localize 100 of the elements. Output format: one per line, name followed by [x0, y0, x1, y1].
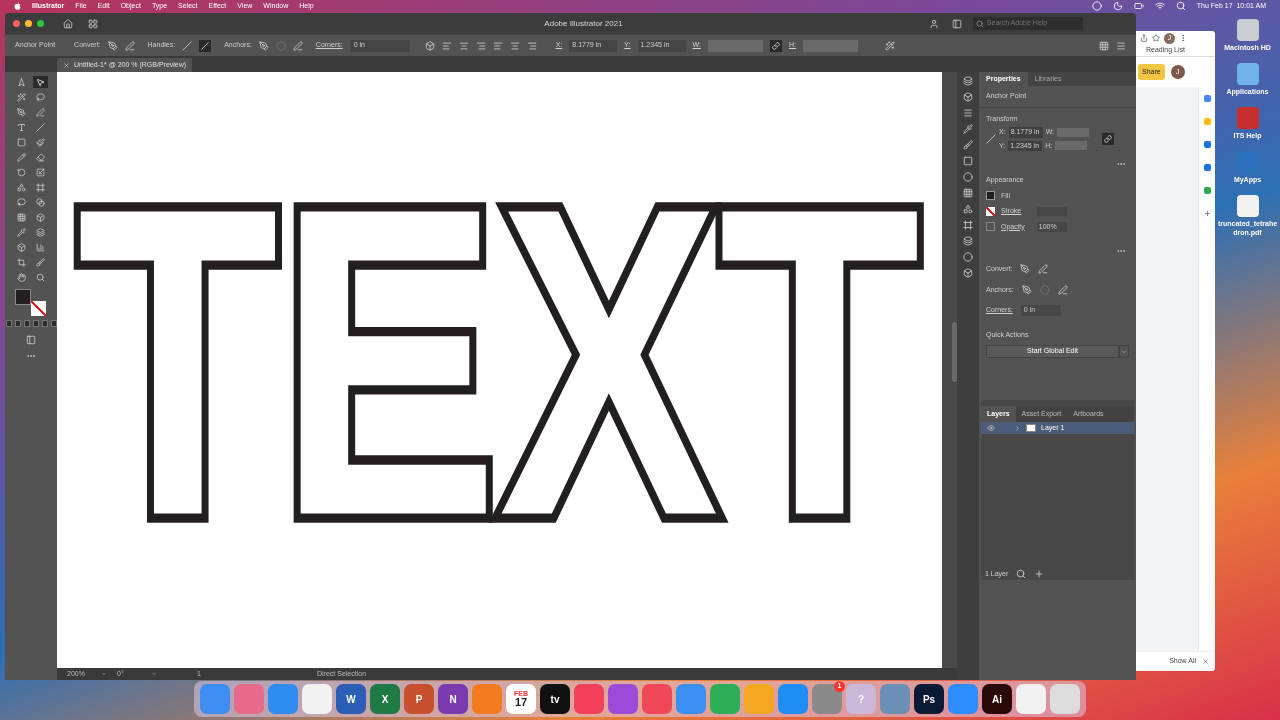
menu-icon[interactable] — [1116, 40, 1126, 51]
box-icon[interactable] — [14, 241, 29, 253]
search-icon[interactable] — [1016, 569, 1027, 579]
cut-path-icon[interactable] — [1057, 284, 1068, 295]
mode-button[interactable] — [23, 320, 30, 327]
desktop-icon[interactable] — [1236, 19, 1259, 41]
scale-icon[interactable] — [33, 166, 48, 178]
desktop-icon[interactable] — [1236, 195, 1259, 217]
stroke-swatch[interactable] — [31, 301, 46, 316]
search-icon[interactable] — [1175, 1, 1186, 11]
dock-app-icon[interactable] — [1016, 684, 1046, 714]
dropdown-button[interactable] — [1119, 345, 1129, 358]
minimize-button[interactable] — [25, 20, 32, 27]
home-icon[interactable] — [63, 18, 73, 29]
line-icon[interactable] — [33, 121, 48, 133]
align-top-icon[interactable] — [492, 40, 503, 51]
convert-corner-icon[interactable] — [1020, 264, 1031, 275]
dock-app-icon[interactable] — [642, 684, 672, 714]
handles-button[interactable] — [199, 39, 212, 52]
curvature-icon[interactable] — [33, 106, 48, 118]
dock-app-icon[interactable]: X — [370, 684, 400, 714]
blend-icon[interactable] — [33, 196, 48, 208]
remove-anchor-icon[interactable] — [258, 40, 269, 51]
panel-icon[interactable] — [963, 236, 973, 246]
panel-icon[interactable] — [963, 140, 973, 150]
convert-smooth-icon[interactable] — [1038, 264, 1049, 275]
star-icon[interactable] — [1152, 34, 1160, 42]
share-icon[interactable] — [1140, 34, 1148, 42]
mode-button[interactable] — [50, 320, 57, 327]
panel-icon[interactable] — [963, 204, 973, 214]
add-icon[interactable] — [1203, 210, 1211, 217]
apple-icon[interactable] — [14, 2, 21, 10]
convert-corner-icon[interactable] — [107, 40, 118, 51]
eyedropper-icon[interactable] — [14, 226, 29, 238]
rotate-icon[interactable] — [14, 166, 29, 178]
side-app-icon[interactable] — [1203, 164, 1211, 171]
visibility-icon[interactable] — [987, 424, 995, 432]
side-app-icon[interactable] — [1203, 141, 1211, 148]
align-middle-icon[interactable] — [509, 40, 520, 51]
screen-mode-icon[interactable] — [26, 335, 36, 345]
battery-icon[interactable] — [1133, 1, 1144, 11]
selection-icon[interactable] — [33, 76, 48, 88]
paintbrush-icon[interactable] — [33, 136, 48, 148]
moon-icon[interactable] — [1112, 1, 1123, 11]
close-button[interactable] — [13, 20, 20, 27]
panel-icon[interactable] — [952, 18, 962, 29]
crop-icon[interactable] — [14, 256, 29, 268]
mode-button[interactable] — [32, 320, 39, 327]
align-right-icon[interactable] — [475, 40, 486, 51]
pencil-icon[interactable] — [14, 151, 29, 163]
panel-icon[interactable] — [963, 76, 973, 86]
lasso-icon[interactable] — [14, 196, 29, 208]
panel-icon[interactable] — [963, 108, 973, 118]
dock-app-icon[interactable]: tv — [540, 684, 570, 714]
mesh-icon[interactable] — [14, 211, 29, 223]
dock-app-icon[interactable]: P — [404, 684, 434, 714]
constrain-button[interactable] — [1102, 133, 1115, 145]
dock-app-icon[interactable]: Ps — [914, 684, 944, 714]
dock-app-icon[interactable] — [1050, 684, 1080, 714]
workspace-icon[interactable] — [88, 18, 98, 29]
dock-app-icon[interactable] — [608, 684, 638, 714]
remove-anchor-icon[interactable] — [1021, 284, 1032, 295]
more-icon[interactable] — [1179, 34, 1187, 42]
mode-button[interactable] — [14, 320, 21, 327]
side-app-icon[interactable] — [1203, 95, 1211, 102]
fill-swatch[interactable] — [986, 191, 995, 201]
mode-button[interactable] — [41, 320, 48, 327]
side-app-icon[interactable] — [1203, 187, 1211, 194]
dock-app-icon[interactable]: N — [438, 684, 468, 714]
handles-icon[interactable] — [182, 40, 193, 51]
mode-button[interactable] — [5, 320, 12, 327]
user-icon[interactable] — [929, 18, 939, 29]
add-icon[interactable] — [1034, 569, 1045, 579]
wand-icon[interactable] — [14, 91, 29, 103]
align-bottom-icon[interactable] — [526, 40, 537, 51]
dock-app-icon[interactable] — [574, 684, 604, 714]
hand-icon[interactable] — [14, 271, 29, 283]
dock-app-icon[interactable]: Ai — [982, 684, 1012, 714]
align-left-icon[interactable] — [441, 40, 452, 51]
cut-path-icon[interactable] — [292, 40, 303, 51]
rectangle-icon[interactable] — [14, 136, 29, 148]
chevron-down-icon[interactable] — [151, 671, 157, 677]
reference-point-icon[interactable] — [986, 134, 996, 144]
dock-app-icon[interactable] — [302, 684, 332, 714]
pen-icon[interactable] — [14, 106, 29, 118]
panel-icon[interactable] — [963, 124, 973, 134]
panel-icon[interactable] — [963, 268, 973, 278]
scrollbar[interactable] — [952, 322, 957, 382]
panel-icon[interactable] — [963, 252, 973, 262]
desktop-icon[interactable] — [1236, 63, 1259, 85]
panel-icon[interactable] — [963, 188, 973, 198]
zoom-button[interactable] — [37, 20, 44, 27]
panel-icon[interactable] — [963, 220, 973, 230]
layers-icon[interactable] — [33, 226, 48, 238]
fill-swatch[interactable] — [15, 289, 31, 305]
convert-smooth-icon[interactable] — [124, 40, 135, 51]
recolor-icon[interactable] — [884, 40, 895, 51]
grid-icon[interactable] — [1099, 40, 1109, 51]
constrain-button[interactable] — [769, 39, 782, 52]
panel-icon[interactable] — [963, 92, 973, 102]
